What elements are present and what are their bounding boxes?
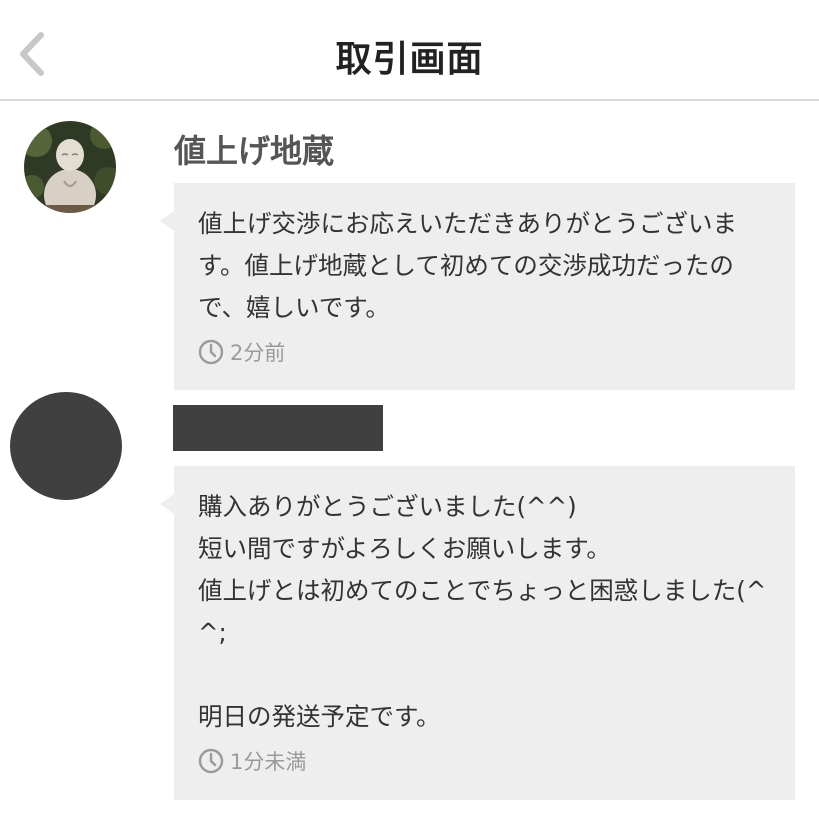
app-header: 取引画面 [0, 0, 819, 101]
message-bubble: 購入ありがとうございました(^^) 短い間ですがよろしくお願いします。 値上げと… [160, 466, 795, 800]
clock-icon [198, 339, 224, 365]
time-label: 1分未満 [230, 750, 307, 774]
message-timestamp: 2分前 [198, 337, 771, 367]
sender-name: 値上げ地蔵 [174, 132, 335, 170]
redacted-username [173, 405, 383, 451]
message-timestamp: 1分未満 [198, 746, 771, 776]
message-bubble: 値上げ交渉にお応えいただきありがとうございます。値上げ地蔵として初めての交渉成功… [160, 183, 795, 390]
time-label: 2分前 [230, 341, 286, 365]
clock-icon [198, 748, 224, 774]
avatar[interactable] [24, 121, 116, 213]
message-text: 購入ありがとうございました(^^) 短い間ですがよろしくお願いします。 値上げと… [198, 492, 767, 731]
message-text: 値上げ交渉にお応えいただきありがとうございます。値上げ地蔵として初めての交渉成功… [198, 209, 737, 322]
avatar[interactable] [10, 392, 122, 500]
page-title: 取引画面 [335, 39, 484, 80]
jizo-statue-photo [24, 121, 116, 213]
